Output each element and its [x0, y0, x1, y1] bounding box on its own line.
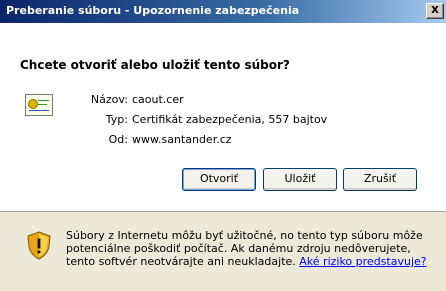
from-value: www.santander.cz	[132, 133, 232, 146]
close-button[interactable]: x	[426, 2, 444, 19]
warning-line-3: tento softvér neotvárajte ani neukladajt…	[66, 255, 427, 268]
dialog-question: Chcete otvoriť alebo uložiť tento súbor?	[20, 58, 290, 72]
shield-warning-icon	[27, 231, 51, 260]
risk-info-link[interactable]: Aké riziko predstavuje?	[299, 255, 426, 268]
certificate-icon	[25, 94, 53, 116]
open-button[interactable]: Otvoriť	[182, 168, 256, 191]
warning-line-2: potenciálne poškodiť počítač. Ak danému …	[66, 242, 411, 255]
name-label: Názov:	[90, 93, 128, 106]
from-label: Od:	[108, 133, 128, 146]
close-icon: x	[431, 2, 439, 16]
title-bar[interactable]: Preberanie súboru - Upozornenie zabezpeč…	[0, 0, 446, 23]
security-warning-text: Súbory z Internetu môžu byť užitočné, no…	[66, 229, 436, 268]
type-value: Certifikát zabezpečenia, 557 bajtov	[132, 113, 328, 126]
window-title: Preberanie súboru - Upozornenie zabezpeč…	[6, 4, 300, 17]
warning-line-1: Súbory z Internetu môžu byť užitočné, no…	[66, 229, 423, 242]
cancel-button[interactable]: Zrušiť	[343, 168, 417, 191]
save-button[interactable]: Uložiť	[263, 168, 337, 191]
type-label: Typ:	[105, 113, 128, 126]
name-value: caout.cer	[132, 93, 184, 106]
